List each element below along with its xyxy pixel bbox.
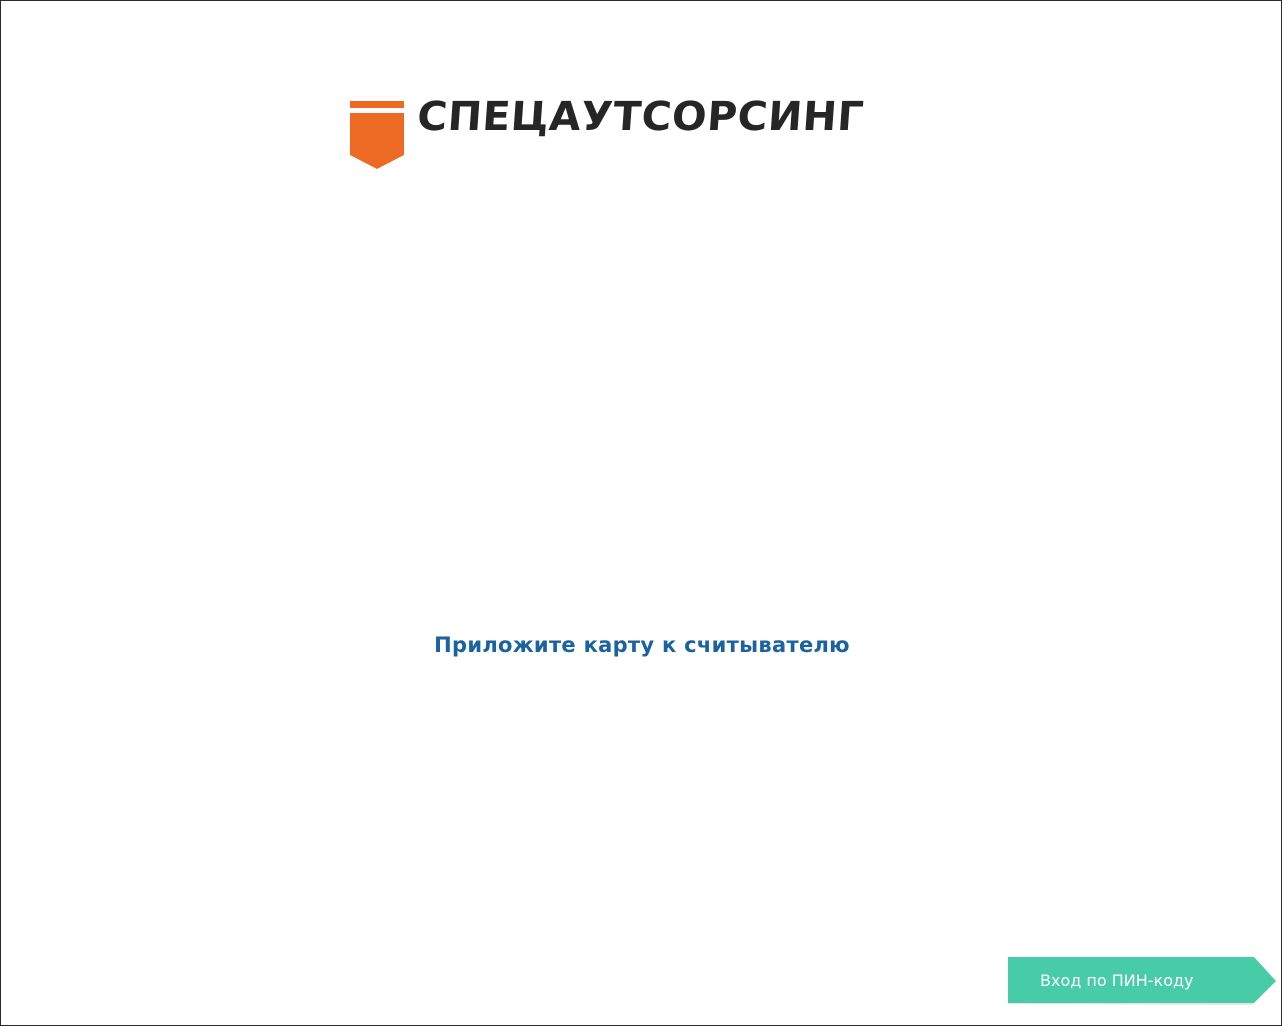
company-name: СПЕЦАУТСОРСИНГ xyxy=(415,94,866,140)
pin-login-button[interactable]: Вход по ПИН-коду xyxy=(1008,957,1278,1005)
card-reader-prompt: Приложите карту к считывателю xyxy=(434,633,850,657)
pin-login-label: Вход по ПИН-коду xyxy=(1040,971,1194,990)
kiosk-screen: СПЕЦАУТСОРСИНГ Приложите карту к считыва… xyxy=(0,0,1282,1026)
company-logo: СПЕЦАУТСОРСИНГ xyxy=(349,94,939,171)
orange-shield-icon xyxy=(350,101,404,169)
